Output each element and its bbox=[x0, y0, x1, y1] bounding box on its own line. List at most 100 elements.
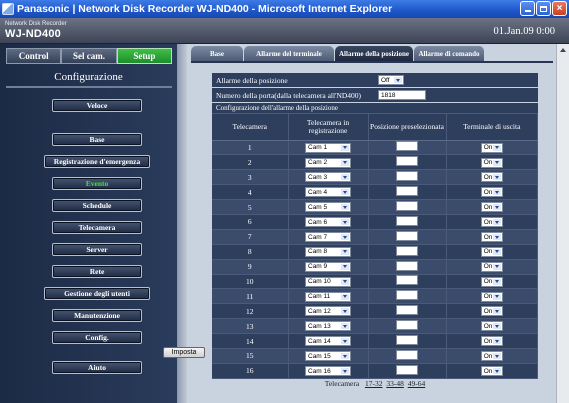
preset-position-input[interactable] bbox=[396, 349, 418, 360]
nav-button-config[interactable]: Config. bbox=[52, 331, 142, 344]
preset-position-input[interactable] bbox=[396, 245, 418, 256]
nav-button-telecamera[interactable]: Telecamera bbox=[52, 221, 142, 234]
pager-link-17-32[interactable]: 17-32 bbox=[365, 379, 383, 388]
minimize-icon bbox=[524, 10, 531, 12]
recording-camera-select[interactable]: Cam 4 bbox=[305, 187, 351, 198]
port-number-row: Numero della porta(dalla telecamera all'… bbox=[212, 88, 538, 103]
nav-button-veloce[interactable]: Veloce bbox=[52, 99, 142, 112]
recording-camera-select[interactable]: Cam 6 bbox=[305, 217, 351, 228]
preset-cell bbox=[368, 184, 447, 201]
output-terminal-select[interactable]: On bbox=[480, 321, 503, 332]
recording-camera-select[interactable]: Cam 3 bbox=[305, 172, 351, 183]
nav-button-evento[interactable]: Evento bbox=[52, 177, 142, 190]
recording-camera-select[interactable]: Cam 13 bbox=[305, 321, 351, 332]
preset-position-input[interactable] bbox=[396, 320, 418, 331]
output-terminal-select[interactable]: On bbox=[480, 366, 503, 377]
preset-cell bbox=[368, 140, 447, 156]
recording-camera-select[interactable]: Cam 14 bbox=[305, 336, 351, 347]
preset-position-input[interactable] bbox=[396, 305, 418, 316]
output-terminal-select[interactable]: On bbox=[480, 291, 503, 302]
recording-camera-select[interactable]: Cam 12 bbox=[305, 306, 351, 317]
preset-position-input[interactable] bbox=[396, 201, 418, 211]
table-row: 6 Cam 6 On bbox=[212, 214, 538, 230]
nav-button-aiuto[interactable]: Aiuto bbox=[52, 361, 142, 374]
recording-camera-select[interactable]: Cam 15 bbox=[305, 351, 351, 362]
pager-link-49-64[interactable]: 49-64 bbox=[408, 379, 426, 388]
nav-button-schedule[interactable]: Schedule bbox=[52, 199, 142, 212]
tab-command-alarm[interactable]: Allarme di comando bbox=[414, 46, 484, 61]
output-terminal-select[interactable]: On bbox=[480, 217, 503, 228]
camera-number: 5 bbox=[247, 202, 252, 212]
preset-position-input[interactable] bbox=[396, 290, 418, 301]
recording-camera-select[interactable]: Cam 7 bbox=[305, 232, 351, 243]
preset-position-input[interactable] bbox=[396, 275, 418, 286]
output-terminal-select[interactable]: On bbox=[480, 172, 503, 183]
nav-button-server[interactable]: Server bbox=[52, 243, 142, 256]
output-terminal-value: On bbox=[483, 293, 493, 301]
imposta-button[interactable]: Imposta bbox=[163, 347, 205, 358]
recording-camera-select[interactable]: Cam 5 bbox=[305, 202, 351, 213]
camera-pager: Telecamera 17-32 33-48 49-64 bbox=[212, 379, 538, 388]
recording-camera-value: Cam 5 bbox=[308, 203, 328, 211]
product-subtitle: Network Disk Recorder bbox=[5, 21, 67, 27]
tab-position-alarm[interactable]: Allarme della posizione bbox=[335, 46, 413, 61]
output-terminal-cell: On bbox=[446, 274, 538, 290]
camera-number-cell: 13 bbox=[212, 318, 289, 335]
select-camera-mode-button[interactable]: Sel cam. bbox=[61, 48, 117, 64]
output-terminal-select[interactable]: On bbox=[480, 246, 503, 257]
output-terminal-select[interactable]: On bbox=[480, 261, 503, 272]
preset-position-input[interactable] bbox=[396, 186, 418, 197]
preset-position-input[interactable] bbox=[396, 171, 418, 182]
recording-camera-select[interactable]: Cam 2 bbox=[305, 157, 351, 168]
output-terminal-select[interactable]: On bbox=[480, 351, 503, 362]
preset-position-input[interactable] bbox=[396, 215, 418, 226]
preset-position-input[interactable] bbox=[396, 364, 418, 375]
chevron-down-icon bbox=[492, 159, 501, 166]
chevron-down-icon bbox=[341, 308, 349, 315]
output-terminal-select[interactable]: On bbox=[480, 276, 503, 287]
recording-camera-select[interactable]: Cam 1 bbox=[305, 142, 351, 153]
output-terminal-select[interactable]: On bbox=[480, 232, 503, 243]
sidebar: Control Sel cam. Setup Configurazione Ve… bbox=[0, 44, 177, 403]
recording-camera-select[interactable]: Cam 11 bbox=[305, 291, 351, 302]
preset-position-input[interactable] bbox=[396, 156, 418, 167]
chevron-down-icon bbox=[341, 338, 349, 345]
output-terminal-select[interactable]: On bbox=[480, 157, 503, 168]
window-title-bar: Panasonic | Network Disk Recorder WJ-ND4… bbox=[0, 0, 569, 18]
preset-position-input[interactable] bbox=[396, 230, 418, 241]
recording-camera-select[interactable]: Cam 10 bbox=[305, 276, 351, 287]
close-button[interactable]: × bbox=[552, 1, 567, 16]
nav-button-manutenzione[interactable]: Manutenzione bbox=[52, 309, 142, 322]
vertical-scrollbar[interactable] bbox=[556, 44, 569, 403]
control-mode-button[interactable]: Control bbox=[6, 48, 62, 64]
scroll-up-arrow-icon[interactable] bbox=[560, 48, 566, 52]
output-terminal-select[interactable]: On bbox=[480, 306, 503, 317]
recording-camera-value: Cam 3 bbox=[308, 173, 328, 181]
output-terminal-select[interactable]: On bbox=[480, 336, 503, 347]
nav-button-rete[interactable]: Rete bbox=[52, 265, 142, 278]
preset-cell bbox=[368, 303, 447, 320]
recording-camera-select[interactable]: Cam 16 bbox=[305, 366, 351, 377]
preset-position-input[interactable] bbox=[396, 260, 418, 271]
minimize-button[interactable] bbox=[520, 1, 535, 16]
recording-camera-select[interactable]: Cam 9 bbox=[305, 261, 351, 272]
setup-mode-button[interactable]: Setup bbox=[116, 48, 172, 64]
preset-position-input[interactable] bbox=[396, 141, 418, 152]
port-number-input[interactable]: 1818 bbox=[378, 90, 426, 100]
tab-terminal-alarm[interactable]: Allarme del terminale bbox=[244, 46, 334, 61]
nav-button-user-management[interactable]: Gestione degli utenti bbox=[44, 287, 150, 300]
tab-base[interactable]: Base bbox=[191, 46, 243, 61]
maximize-button[interactable] bbox=[536, 1, 551, 16]
pager-label: Telecamera bbox=[324, 379, 360, 388]
output-terminal-select[interactable]: On bbox=[480, 187, 503, 198]
position-alarm-select[interactable]: Off bbox=[378, 75, 404, 85]
recording-camera-select[interactable]: Cam 8 bbox=[305, 246, 351, 257]
preset-position-input[interactable] bbox=[396, 335, 418, 346]
output-terminal-select[interactable]: On bbox=[480, 202, 503, 213]
nav-button-base[interactable]: Base bbox=[52, 133, 142, 146]
table-row: 14 Cam 14 On bbox=[212, 333, 538, 349]
column-header-camera: Telecamera bbox=[212, 114, 289, 141]
nav-button-emergency-recording[interactable]: Registrazione d'emergenza bbox=[44, 155, 150, 168]
output-terminal-select[interactable]: On bbox=[480, 142, 503, 153]
pager-link-33-48[interactable]: 33-48 bbox=[386, 379, 404, 388]
